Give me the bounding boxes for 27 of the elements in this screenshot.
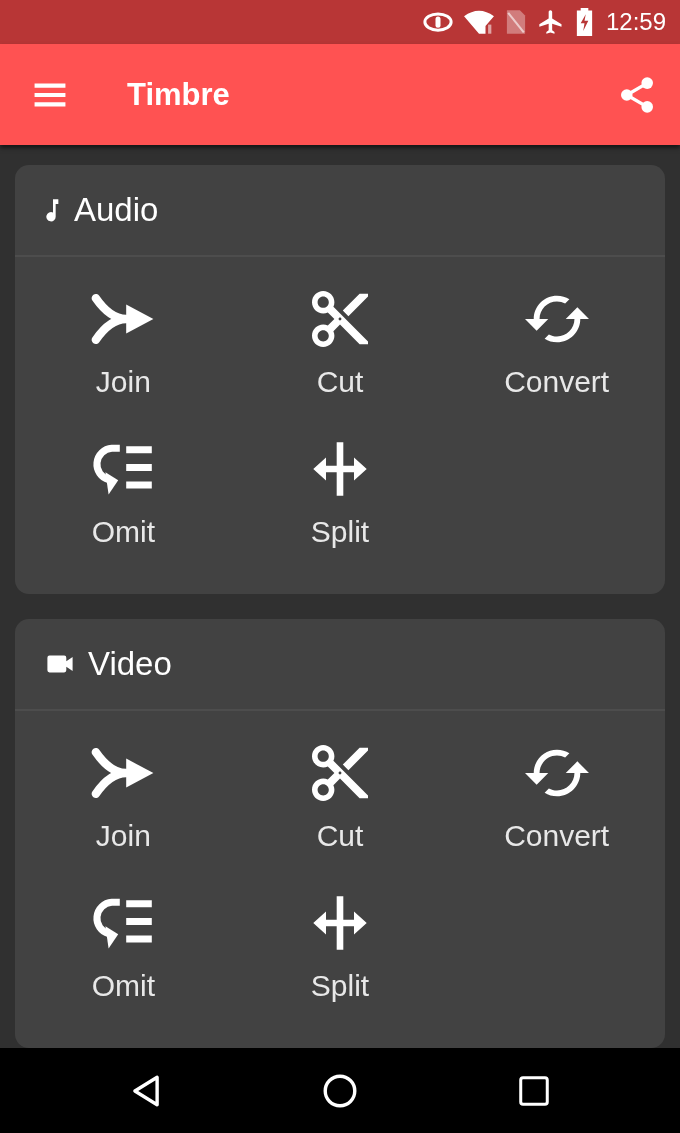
tool-button[interactable]: Omit [91,417,156,567]
tool-button[interactable]: Split [308,417,372,567]
tool-button[interactable]: Join [91,267,156,417]
sim-card-icon [504,9,527,35]
wifi-icon [462,9,495,35]
share-icon [620,75,654,114]
app-title: Timbre [127,76,231,113]
tool-button[interactable]: Join [91,721,156,871]
airplane-icon [536,8,565,36]
menu-icon [33,82,67,107]
tool-button[interactable]: Cut [308,267,372,417]
tool-button[interactable]: Convert [504,267,610,417]
clock-time: 12:59 [605,8,666,36]
tool-button[interactable]: Split [308,871,372,1021]
tool-button[interactable]: Convert [504,721,610,871]
video-camera-icon [46,655,74,673]
recents-icon[interactable] [519,1075,549,1106]
section-title: Video [88,645,172,683]
share-button[interactable] [618,74,656,115]
battery-icon [574,8,594,36]
music-note-icon [46,198,60,222]
eye-icon [422,12,453,32]
section-title: Audio [74,191,159,229]
home-icon[interactable] [323,1073,357,1108]
tool-button[interactable]: Cut [308,721,372,871]
back-icon[interactable] [131,1073,161,1108]
tool-button[interactable]: Omit [91,871,156,1021]
